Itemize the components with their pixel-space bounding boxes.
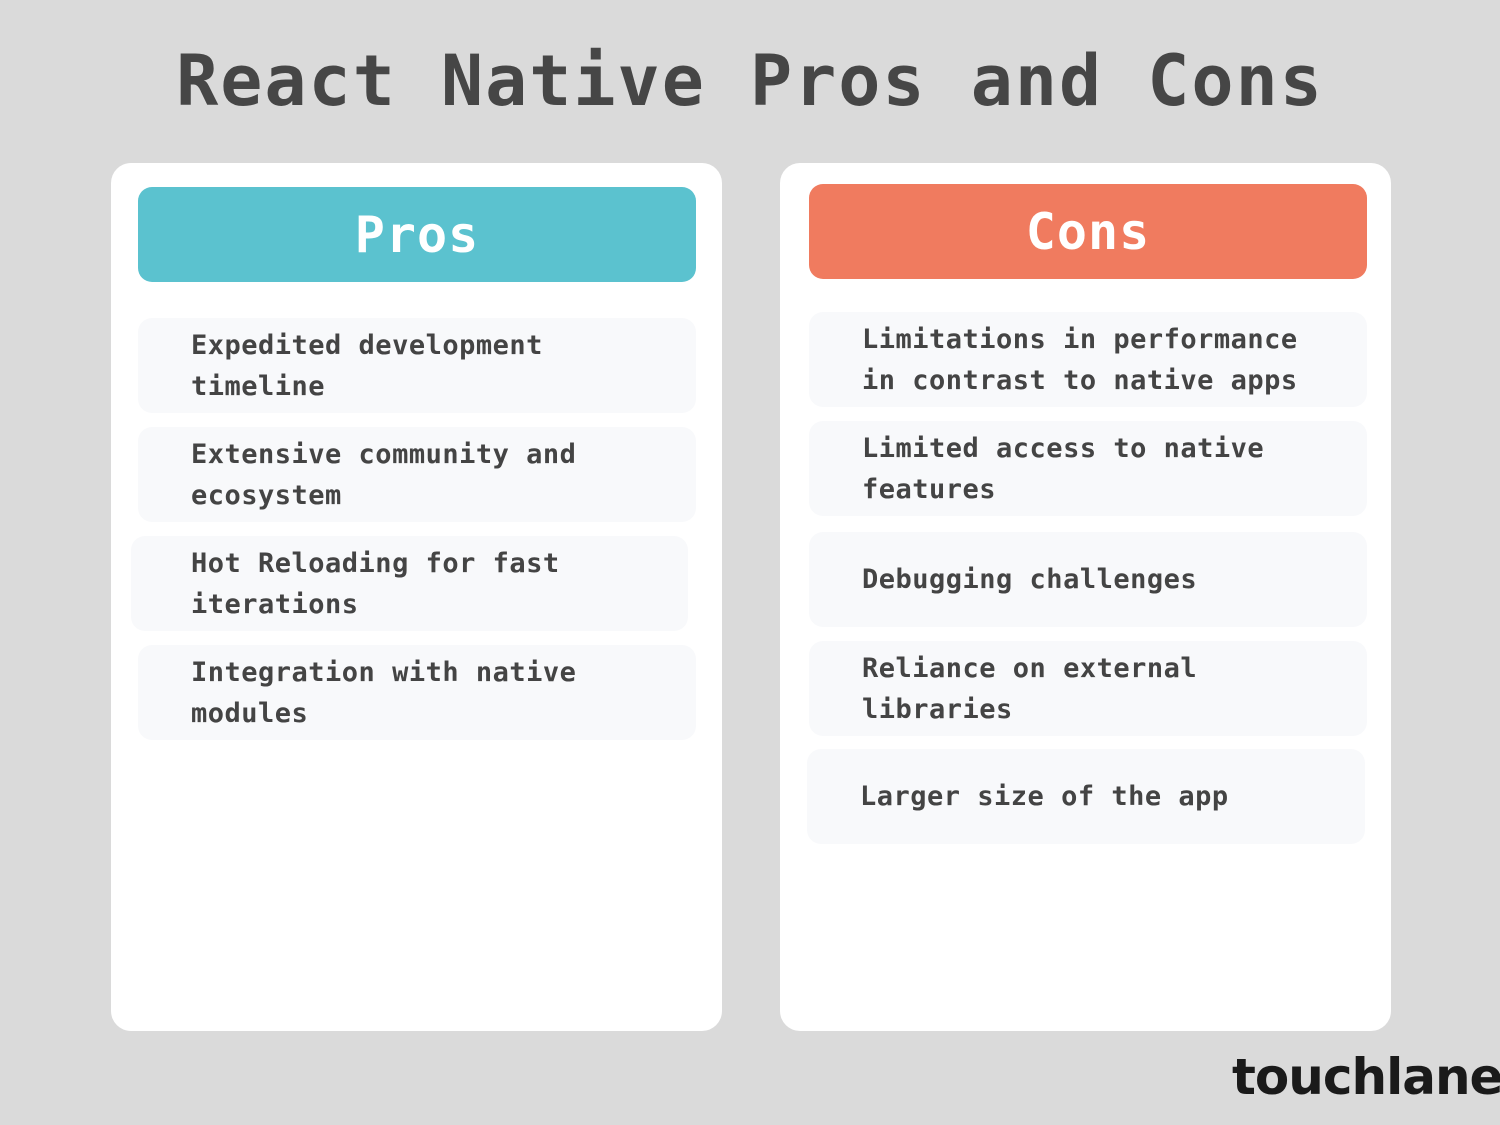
cons-item: Limitations in performance in contrast t… — [809, 312, 1367, 407]
cons-card: Cons Limitations in performance in contr… — [780, 163, 1391, 1031]
pros-item: Expedited development timeline — [138, 318, 696, 413]
pros-item: Extensive community and ecosystem — [138, 427, 696, 522]
page-title: React Native Pros and Cons — [176, 40, 1324, 122]
pros-item: Hot Reloading for fast iterations — [131, 536, 688, 631]
pros-item: Integration with native modules — [138, 645, 696, 740]
cons-header: Cons — [809, 184, 1367, 279]
pros-header: Pros — [138, 187, 696, 282]
pros-card: Pros Expedited development timeline Exte… — [111, 163, 722, 1031]
cons-item: Debugging challenges — [809, 532, 1367, 627]
cons-item: Reliance on external libraries — [809, 641, 1367, 736]
cons-item: Larger size of the app — [807, 749, 1365, 844]
touchlane-logo: touchlane — [1232, 1048, 1500, 1106]
cons-item: Limited access to native features — [809, 421, 1367, 516]
